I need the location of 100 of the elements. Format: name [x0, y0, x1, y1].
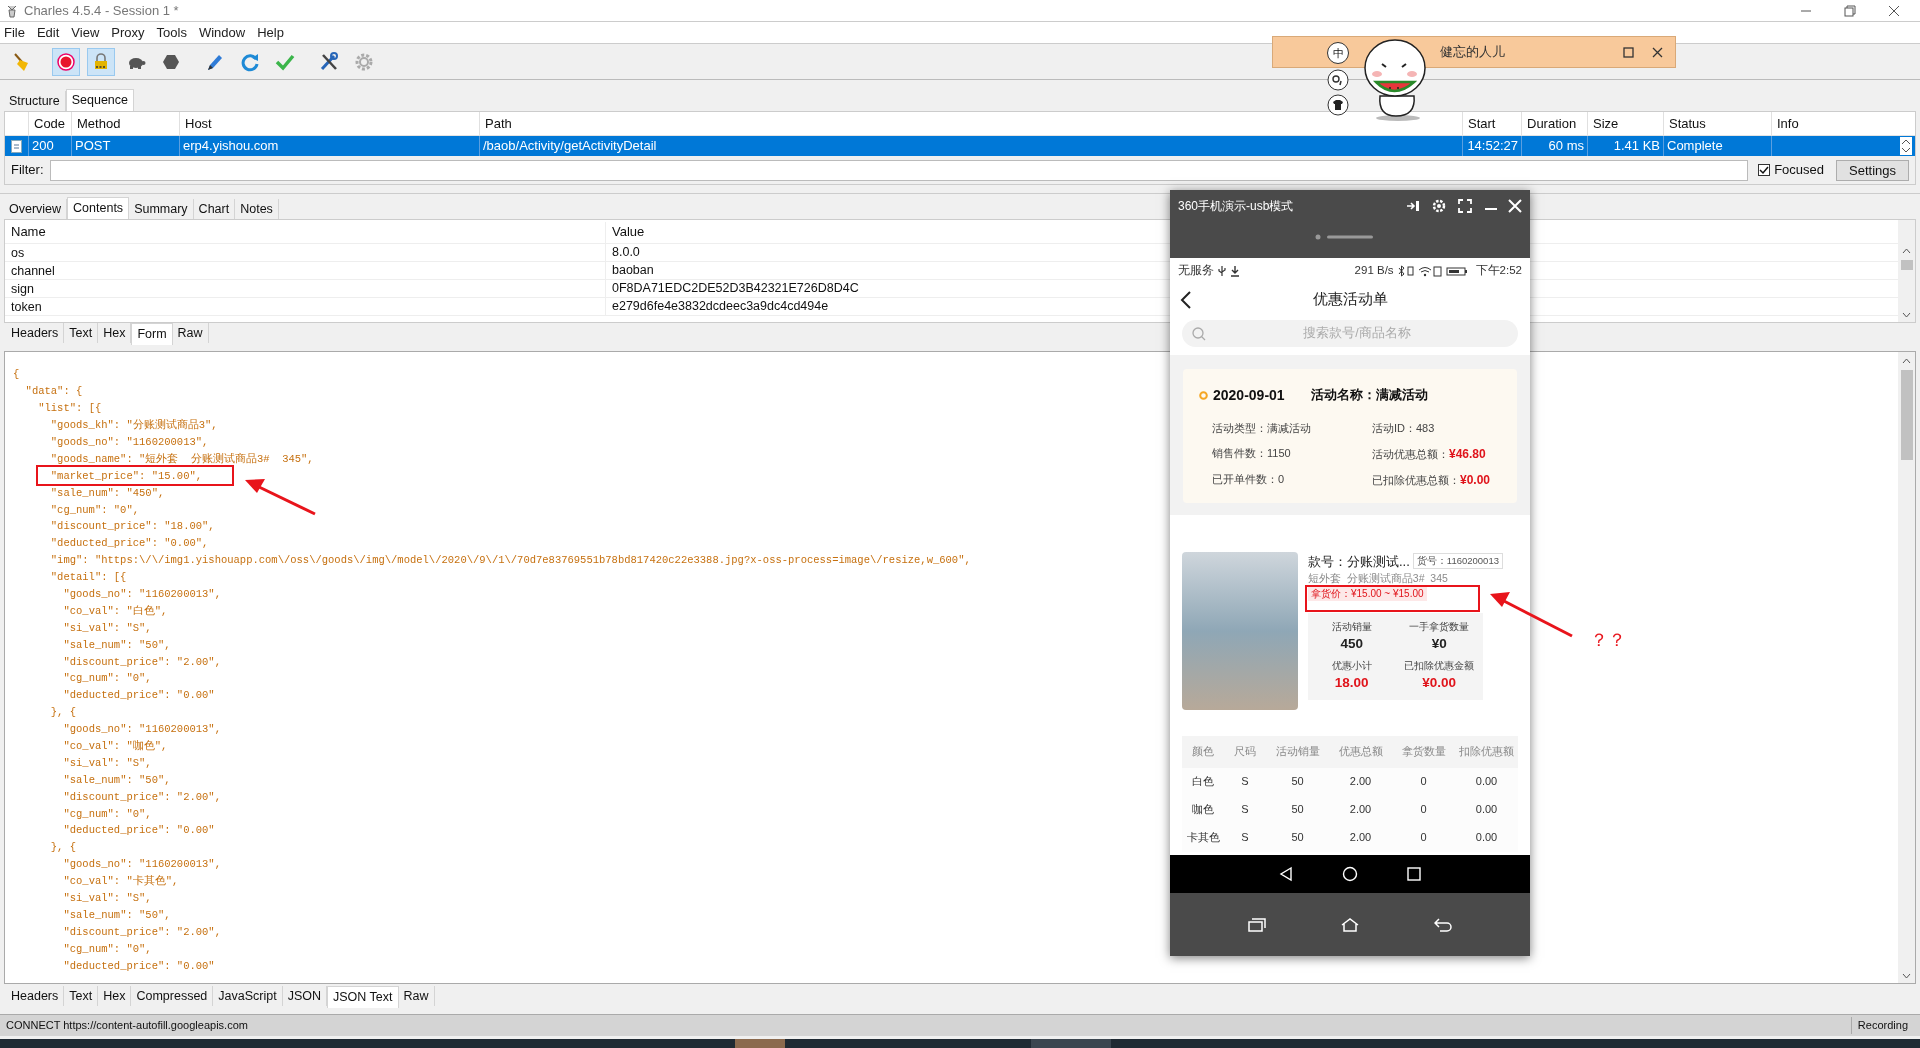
- stat-value: 450: [1340, 635, 1363, 653]
- column-header[interactable]: Name: [5, 221, 606, 243]
- product-title: 款号：分账测试...: [1308, 552, 1410, 571]
- tab[interactable]: Contents: [67, 197, 130, 219]
- code-line: "si_val": "S",: [63, 621, 152, 634]
- code-line: "discount_price": "18.00",: [50, 520, 215, 533]
- table-cell: os: [5, 244, 606, 261]
- code-line: "list": [{: [38, 402, 102, 415]
- column-header: 优惠总额: [1337, 744, 1384, 760]
- scrollbar[interactable]: [1898, 352, 1915, 983]
- column-header[interactable]: Duration: [1521, 112, 1587, 135]
- scroll-up-icon[interactable]: [1902, 248, 1911, 254]
- restore-icon[interactable]: [1844, 4, 1856, 17]
- table-cell-text: e279d6fe4e3832dcdeec3a9dc4cd494e: [611, 298, 830, 316]
- code-line: "data": {: [25, 385, 83, 398]
- data-rate-text: 291 B/s: [1354, 263, 1394, 279]
- code-line: "cg_num": "0",: [63, 942, 152, 955]
- code-line: "co_val": "白色",: [63, 604, 168, 617]
- return-icon[interactable]: [1434, 917, 1453, 932]
- column-header[interactable]: Info: [1771, 112, 1897, 135]
- tab[interactable]: JSON Text: [327, 986, 399, 1008]
- menu-item[interactable]: Window: [198, 22, 246, 43]
- code-line: "cg_num": "0",: [50, 503, 140, 516]
- column-header[interactable]: Method: [71, 112, 179, 135]
- code-line: "goods_no": "1160200013",: [63, 588, 221, 600]
- toolbar-button[interactable]: [52, 47, 80, 76]
- activity-field: 活动类型：满减活动: [1212, 420, 1372, 437]
- page-title: 优惠活动单: [1311, 290, 1389, 310]
- table-cell-text: 8.0.0: [611, 244, 641, 262]
- table-cell-text: 0F8DA71EDC2DE52D3B42321E726D8D4C: [611, 280, 860, 298]
- column-header: 颜色: [1191, 744, 1215, 760]
- shirt-icon[interactable]: [1327, 94, 1349, 116]
- back-icon[interactable]: [1180, 291, 1192, 309]
- column-header[interactable]: Host: [179, 112, 479, 135]
- maximize-icon[interactable]: [1623, 46, 1634, 58]
- column-header[interactable]: Status: [1663, 112, 1771, 135]
- table-cell-text: 0.00: [1474, 830, 1499, 846]
- close-icon[interactable]: [1652, 46, 1663, 58]
- column-header: 尺码: [1233, 744, 1257, 760]
- code-line: "discount_price": "2.00",: [63, 655, 221, 668]
- column-header[interactable]: Start: [1462, 112, 1521, 135]
- tab[interactable]: Sequence: [65, 89, 135, 111]
- activity-date: 2020-09-01: [1213, 386, 1285, 405]
- code-line: "discount_price": "2.00",: [63, 925, 221, 938]
- column-header[interactable]: Value: [606, 221, 1898, 243]
- tab[interactable]: Form: [131, 323, 173, 345]
- scrollbar[interactable]: [1898, 220, 1915, 322]
- recording-button[interactable]: Recording: [1850, 1017, 1914, 1034]
- back-icon[interactable]: [1278, 866, 1294, 882]
- code-line: "goods_no": "1160200013",: [63, 723, 221, 736]
- dock-icon[interactable]: [1406, 199, 1420, 213]
- code-line: "sale_num": "50",: [63, 773, 171, 786]
- scroll-down-icon[interactable]: [1902, 312, 1911, 318]
- windows-icon[interactable]: [1247, 917, 1266, 932]
- home-icon[interactable]: [1342, 866, 1358, 882]
- table-cell-text: 50: [1290, 830, 1305, 846]
- code-line: "deducted_price": "0.00",: [50, 537, 209, 550]
- code-line: "deducted_price": "0.00": [63, 689, 215, 702]
- toolbar-button[interactable]: [87, 47, 115, 76]
- punctuation-icon[interactable]: [1327, 69, 1349, 91]
- app-icon: [6, 3, 18, 18]
- scroll-thumb[interactable]: [1900, 260, 1913, 270]
- settings-button[interactable]: Settings: [1836, 159, 1909, 181]
- column-header: 活动销量: [1274, 744, 1321, 760]
- scroll-thumb[interactable]: [1900, 370, 1913, 460]
- column-header[interactable]: Size: [1587, 112, 1663, 135]
- column-header: 扣除优惠额: [1458, 744, 1515, 760]
- focused-checkbox[interactable]: Focused: [1758, 160, 1824, 180]
- column-header[interactable]: Code: [28, 112, 71, 135]
- filter-field[interactable]: [49, 159, 1749, 181]
- menu-item[interactable]: Tools: [156, 22, 187, 43]
- table-cell-text: 2.00: [1348, 830, 1373, 846]
- table-cell-text: S: [1240, 802, 1250, 818]
- fullscreen-icon[interactable]: [1458, 199, 1472, 213]
- code-line: "co_val": "卡其色",: [63, 875, 179, 888]
- square-icon[interactable]: [1406, 866, 1422, 882]
- status-text: 无服务: [1178, 263, 1214, 279]
- menu-item[interactable]: View: [71, 22, 100, 43]
- table-cell-text: 0.00: [1474, 774, 1499, 790]
- scroll-down-icon[interactable]: [1902, 973, 1911, 979]
- code-line: "img": "https:\/\/img1.yishouapp.com\/oss\/goods\/img\/model\/2020\/9\/1\/70d7e83769551b78bd817420c22e3388.jpg?x-oss-process=image\/resize,w_600",: [50, 554, 971, 567]
- code-line: "deducted_price": "0.00": [63, 824, 215, 837]
- request-row[interactable]: 200 POST erp4.yishou.com /baob/Activity/getActivityDetail 14:52:27 60 ms 1.41 KB Complete: [5, 136, 1915, 156]
- menu-item[interactable]: File: [4, 22, 25, 43]
- stat-label: 活动销量: [1331, 620, 1372, 634]
- home-icon[interactable]: [1341, 917, 1359, 932]
- menu-item[interactable]: Help: [257, 22, 284, 43]
- table-cell-text: 2.00: [1348, 774, 1373, 790]
- code-line: "discount_price": "2.00",: [63, 790, 221, 803]
- close-icon[interactable]: [1888, 4, 1900, 17]
- menu-item[interactable]: Edit: [36, 22, 60, 43]
- scroll-up-icon[interactable]: [1902, 358, 1911, 364]
- menu-item[interactable]: Proxy: [111, 22, 145, 43]
- code-line: "cg_num": "0",: [63, 807, 152, 820]
- settings-icon[interactable]: [1432, 199, 1446, 213]
- stat-value: ¥0: [1431, 635, 1447, 653]
- annotation-text: ？？: [1590, 629, 1626, 652]
- usb-icon: [1217, 265, 1227, 277]
- sort-icon[interactable]: [1900, 137, 1912, 155]
- code-line: "detail": [{: [50, 571, 127, 584]
